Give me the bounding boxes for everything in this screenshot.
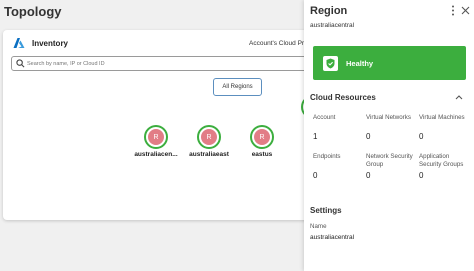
resource-value-network-security-group: 0 — [366, 171, 371, 180]
more-options-icon[interactable] — [451, 5, 455, 16]
resource-label-endpoints: Endpoints — [313, 153, 341, 160]
cloud-resources-header[interactable]: Cloud Resources — [310, 93, 376, 102]
panel-title: Region — [310, 5, 348, 17]
resource-value-application-security-groups: 0 — [419, 171, 424, 180]
health-status-label: Healthy — [346, 59, 374, 68]
search-box[interactable] — [11, 56, 316, 71]
page-title: Topology — [4, 4, 62, 19]
region-node-eastus[interactable]: R eastus — [239, 125, 285, 158]
region-node-australiacentral[interactable]: R australiacen... — [133, 125, 179, 158]
all-regions-button[interactable]: All Regions — [213, 78, 262, 96]
azure-logo-icon — [13, 38, 25, 48]
shield-check-icon — [323, 56, 338, 71]
region-icon: R — [254, 129, 270, 145]
resource-value-endpoints: 0 — [313, 171, 318, 180]
health-status-card: Healthy — [313, 46, 466, 80]
chevron-up-icon[interactable] — [455, 94, 463, 100]
region-label: eastus — [251, 151, 273, 158]
account-cloud-provider-label[interactable]: Account's Cloud Pr — [249, 40, 304, 47]
region-status-ring: R — [144, 125, 168, 149]
panel-subtitle: australiacentral — [310, 22, 355, 29]
region-details-panel: Region australiacentral Healthy Cloud Re… — [304, 0, 474, 271]
resource-value-account: 1 — [313, 132, 318, 141]
resource-value-virtual-networks: 0 — [366, 132, 371, 141]
settings-name-label: Name — [310, 223, 327, 230]
region-status-ring: R — [250, 125, 274, 149]
resource-value-virtual-machines: 0 — [419, 132, 424, 141]
region-status-ring: R — [197, 125, 221, 149]
resource-label-virtual-networks: Virtual Networks — [366, 114, 411, 121]
close-icon[interactable] — [461, 6, 470, 15]
settings-name-value: australiacentral — [310, 234, 355, 241]
resource-label-account: Account — [313, 114, 336, 121]
region-node-australiaeast[interactable]: R australiaeast — [186, 125, 232, 158]
search-input[interactable] — [27, 57, 307, 70]
search-icon — [16, 59, 25, 68]
resource-label-virtual-machines: Virtual Machines — [419, 114, 465, 121]
region-icon: R — [201, 129, 217, 145]
settings-header: Settings — [310, 206, 342, 215]
region-label: australiacen... — [134, 151, 178, 158]
region-icon: R — [148, 129, 164, 145]
inventory-title: Inventory — [32, 39, 69, 48]
inventory-card: Inventory Account's Cloud Pr All Regions… — [3, 30, 316, 220]
resource-label-network-security-group: Network Security Group — [366, 153, 413, 168]
resource-label-application-security-groups: Application Security Groups — [419, 153, 464, 168]
region-label: australiaeast — [189, 151, 229, 158]
